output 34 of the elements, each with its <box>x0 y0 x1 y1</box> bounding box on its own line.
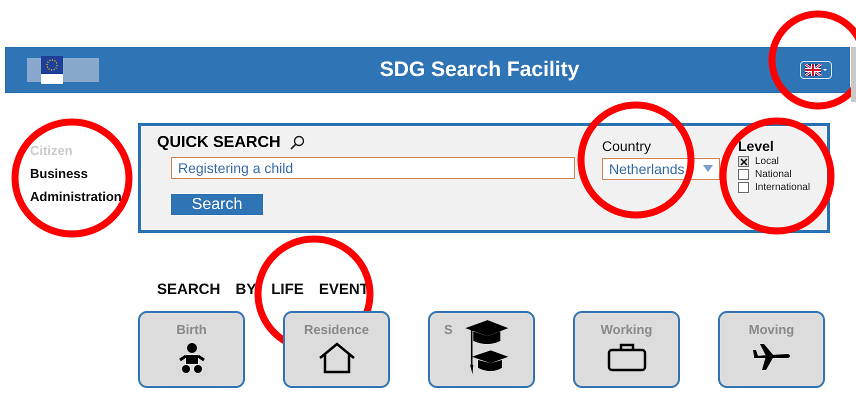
tile-label: Residence <box>304 322 370 337</box>
checkbox[interactable] <box>738 156 749 167</box>
tile-label: S <box>444 322 453 337</box>
checkbox-label: National <box>755 169 792 180</box>
checkbox-label: Local <box>755 156 779 167</box>
tile-label: Birth <box>176 322 207 337</box>
tile-label: Moving <box>748 322 794 337</box>
country-select[interactable]: Netherlands <box>602 158 720 180</box>
airplane-icon <box>752 342 792 372</box>
life-event-tile[interactable]: S <box>428 311 535 388</box>
scrollbar[interactable] <box>851 47 856 102</box>
page-title: SDG Search Facility <box>378 58 580 82</box>
tile-label: Working <box>600 322 652 337</box>
search-field[interactable]: Registering a child <box>171 157 575 179</box>
sidebar-item[interactable]: Administration <box>30 189 138 204</box>
life-event-tile[interactable]: Residence <box>283 311 390 388</box>
baby-icon <box>176 342 206 374</box>
search-button[interactable]: Search <box>171 194 263 215</box>
language-button[interactable] <box>800 61 832 79</box>
dropdown-arrow-icon <box>703 165 713 173</box>
checkbox[interactable] <box>738 182 749 193</box>
life-event-tile[interactable]: Moving <box>718 311 825 388</box>
country-label: Country <box>602 138 652 154</box>
checkbox[interactable] <box>738 169 749 180</box>
level-label: Level <box>738 138 775 154</box>
life-event-tile[interactable]: Birth <box>138 311 245 388</box>
flag-icon <box>805 64 827 76</box>
briefcase-icon <box>606 342 646 372</box>
search-icon <box>288 135 305 151</box>
quick-search-title: QUICK SEARCH <box>157 134 281 152</box>
life-event-tile[interactable]: Working <box>573 311 680 388</box>
sidebar-item[interactable]: Business <box>30 166 138 181</box>
checkbox-label: International <box>755 182 810 193</box>
house-icon <box>318 342 356 374</box>
